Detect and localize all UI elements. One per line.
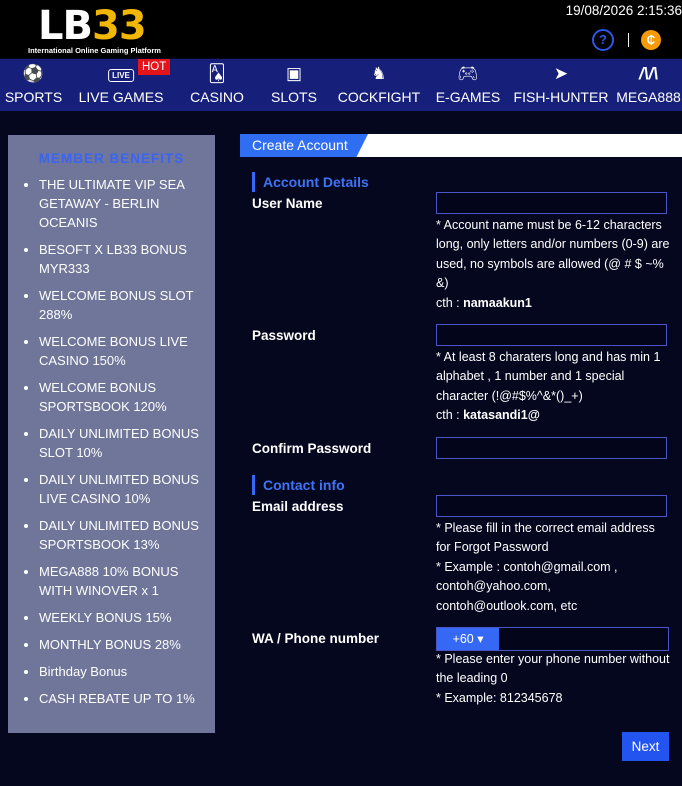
nav-item-casino[interactable]: 🂡 CASINO <box>175 59 259 111</box>
username-example: cth : namaakun1 <box>436 294 672 313</box>
nav-item-cockfight[interactable]: ♞ COCKFIGHT <box>329 59 429 111</box>
cards-icon: 🂡 <box>208 64 226 83</box>
password-hint-text: * At least 8 charaters long and has min … <box>436 350 661 403</box>
question-circle-icon[interactable]: ? <box>592 29 614 51</box>
tab-label: Create Account <box>252 137 348 153</box>
email-hint: * Please fill in the correct email addre… <box>436 519 672 616</box>
email-input[interactable] <box>436 495 667 517</box>
gamepad-icon: 🎮︎ <box>457 64 479 83</box>
benefit-item[interactable]: WELCOME BONUS SPORTSBOOK 120% <box>39 378 215 416</box>
header-divider <box>628 33 629 47</box>
logo-name: LB <box>38 3 93 49</box>
tab-create-account[interactable]: Create Account <box>240 134 368 157</box>
member-benefits-title: MEMBER BENEFITS <box>38 151 185 166</box>
password-input[interactable] <box>436 324 667 346</box>
username-example-prefix: cth : <box>436 295 464 310</box>
nav-label: MEGA888 <box>616 89 681 105</box>
mega-logo-icon: /\/\ <box>639 64 658 83</box>
password-example: cth : katasandi1@ <box>436 406 672 425</box>
coin-icon[interactable]: ₵ <box>641 30 661 50</box>
member-benefits-panel: MEMBER BENEFITS THE ULTIMATE VIP SEA GET… <box>8 135 215 733</box>
benefits-list: THE ULTIMATE VIP SEA GETAWAY - BERLIN OC… <box>22 175 215 716</box>
phone-hint: * Please enter your phone number without… <box>436 650 672 708</box>
top-header: LB33 International Online Gaming Platfor… <box>0 0 682 58</box>
phone-input[interactable] <box>500 628 672 652</box>
nav-item-fish-hunter[interactable]: ➤ FISH-HUNTER <box>507 59 615 111</box>
soccer-ball-icon: ⚽ <box>22 64 45 83</box>
password-example-value: katasandi1@ <box>463 408 540 423</box>
nav-item-e-games[interactable]: 🎮︎ E-GAMES <box>429 59 507 111</box>
rooster-icon: ♞ <box>371 64 387 83</box>
create-account-header: Create Account <box>240 134 682 157</box>
username-label: User Name <box>252 196 323 211</box>
nav-item-slots[interactable]: ▣ SLOTS <box>259 59 329 111</box>
nav-item-mega888[interactable]: /\/\ MEGA888 <box>615 59 682 111</box>
contact-info-heading: Contact info <box>252 475 345 495</box>
current-datetime: 19/08/2026 2:15:36 <box>565 3 682 18</box>
nav-label: COCKFIGHT <box>337 89 421 105</box>
email-hint-line: contoh@yahoo.com, <box>436 579 551 594</box>
nav-label: CASINO <box>190 89 244 105</box>
country-code-dropdown[interactable]: +60 ▾ <box>437 628 499 650</box>
username-hint-text: * Account name must be 6-12 characters l… <box>436 218 670 291</box>
benefit-item[interactable]: THE ULTIMATE VIP SEA GETAWAY - BERLIN OC… <box>39 175 215 232</box>
main-nav: ⚽ SPORTS LIVE LIVE GAMES 🂡 CASINO ▣ SLOT… <box>0 59 682 111</box>
nav-label: FISH-HUNTER <box>513 89 609 105</box>
nav-item-sports[interactable]: ⚽ SPORTS <box>0 59 67 111</box>
email-hint-line: contoh@outlook.com, etc <box>436 598 578 613</box>
username-example-value: namaakun1 <box>463 295 532 310</box>
benefit-item[interactable]: DAILY UNLIMITED BONUS SPORTSBOOK 13% <box>39 516 215 554</box>
fish-icon: ➤ <box>553 64 569 83</box>
site-logo[interactable]: LB33 International Online Gaming Platfor… <box>28 4 193 56</box>
nav-label: SLOTS <box>271 89 317 105</box>
password-example-prefix: cth : <box>436 408 464 423</box>
email-label: Email address <box>252 499 344 514</box>
phone-field: +60 ▾ <box>436 627 672 652</box>
benefit-item[interactable]: MEGA888 10% BONUS WITH WINOVER x 1 <box>39 562 215 600</box>
slot-machine-icon: ▣ <box>285 64 303 83</box>
live-tv-icon: LIVE <box>108 69 134 82</box>
benefit-item[interactable]: MONTHLY BONUS 28% <box>39 635 215 654</box>
email-hint-line: * Please fill in the correct email addre… <box>436 521 655 555</box>
benefit-item[interactable]: CASH REBATE UP TO 1% <box>39 689 215 708</box>
benefit-item[interactable]: Birthday Bonus <box>39 662 215 681</box>
logo-tagline: International Online Gaming Platform <box>28 46 161 55</box>
nav-label: LIVE GAMES <box>78 89 164 105</box>
benefit-item[interactable]: WELCOME BONUS LIVE CASINO 150% <box>39 332 215 370</box>
confirm-password-label: Confirm Password <box>252 441 372 456</box>
benefit-item[interactable]: DAILY UNLIMITED BONUS SLOT 10% <box>39 424 215 462</box>
phone-hint-line: * Please enter your phone number without… <box>436 652 670 686</box>
password-hint: * At least 8 charaters long and has min … <box>436 348 672 426</box>
username-hint: * Account name must be 6-12 characters l… <box>436 216 672 313</box>
logo-wordmark: LB33 <box>38 3 147 49</box>
benefit-item[interactable]: BESOFT X LB33 BONUS MYR333 <box>39 240 215 278</box>
phone-label: WA / Phone number <box>252 631 380 646</box>
nav-label: E-GAMES <box>435 89 501 105</box>
hot-badge: HOT <box>138 59 171 75</box>
logo-number: 33 <box>91 3 147 49</box>
phone-hint-line: * Example: 812345678 <box>436 690 563 705</box>
account-details-heading: Account Details <box>252 172 369 192</box>
nav-label: SPORTS <box>4 89 63 105</box>
email-hint-line: * Example : contoh@gmail.com , <box>436 559 618 574</box>
next-button[interactable]: Next <box>622 732 669 761</box>
benefit-item[interactable]: WELCOME BONUS SLOT 288% <box>39 286 215 324</box>
benefit-item[interactable]: WEEKLY BONUS 15% <box>39 608 215 627</box>
confirm-password-input[interactable] <box>436 437 667 459</box>
username-input[interactable] <box>436 192 667 214</box>
benefit-item[interactable]: DAILY UNLIMITED BONUS LIVE CASINO 10% <box>39 470 215 508</box>
password-label: Password <box>252 328 316 343</box>
